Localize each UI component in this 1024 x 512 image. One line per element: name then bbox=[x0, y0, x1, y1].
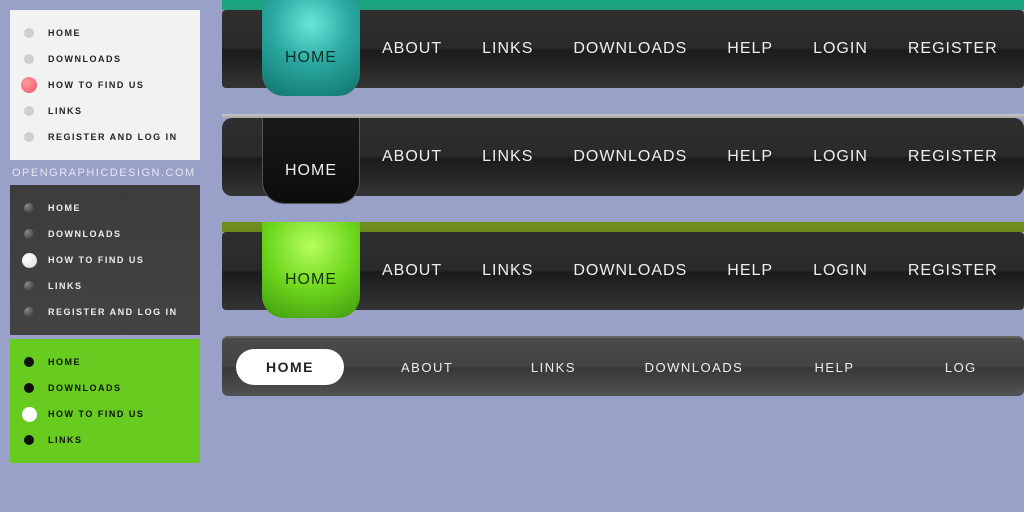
menu-label: HOME bbox=[48, 358, 81, 367]
bullet-icon bbox=[24, 28, 34, 38]
bullet-icon bbox=[22, 407, 37, 422]
menu-item-links[interactable]: LINKS bbox=[10, 273, 200, 299]
nav-item-about[interactable]: ABOUT bbox=[362, 40, 462, 58]
tab-label: HOME bbox=[285, 271, 337, 289]
menu-item-home[interactable]: HOME bbox=[10, 20, 200, 46]
bullet-icon bbox=[24, 203, 34, 213]
nav-item-downloads[interactable]: DOWNLOADS bbox=[553, 262, 707, 280]
menu-item-register[interactable]: REGISTER AND LOG IN bbox=[10, 299, 200, 325]
bullet-icon bbox=[24, 435, 34, 445]
menu-label: REGISTER AND LOG IN bbox=[48, 133, 178, 142]
menu-item-downloads[interactable]: DOWNLOADS bbox=[10, 221, 200, 247]
menu-label: DOWNLOADS bbox=[48, 55, 122, 64]
tab-label: HOME bbox=[285, 162, 337, 180]
active-tab-home[interactable]: HOME bbox=[262, 222, 360, 318]
menu-label: LINKS bbox=[48, 282, 83, 291]
credit-text: OPENGRAPHICDESIGN.COM bbox=[10, 164, 200, 185]
bullet-icon bbox=[24, 229, 34, 239]
menu-label: LINKS bbox=[48, 107, 83, 116]
nav-bar: HOME ABOUT LINKS DOWNLOADS HELP LOGIN RE… bbox=[222, 118, 1024, 196]
bullet-icon bbox=[24, 106, 34, 116]
pill-label: HOME bbox=[266, 359, 314, 375]
nav-item-links[interactable]: LINKS bbox=[490, 360, 616, 375]
menu-item-links[interactable]: LINKS bbox=[10, 427, 200, 453]
nav-item-log[interactable]: LOG bbox=[898, 360, 1024, 375]
menu-item-home[interactable]: HOME bbox=[10, 349, 200, 375]
bullet-icon bbox=[24, 307, 34, 317]
bullet-icon bbox=[24, 132, 34, 142]
active-tab-home[interactable]: HOME bbox=[262, 0, 360, 96]
menu-label: HOW TO FIND US bbox=[48, 81, 144, 90]
nav-item-help[interactable]: HELP bbox=[707, 262, 793, 280]
nav-bar: HOME ABOUT LINKS DOWNLOADS HELP LOGIN RE… bbox=[222, 10, 1024, 88]
menu-label: HOW TO FIND US bbox=[48, 410, 144, 419]
active-pill-home[interactable]: HOME bbox=[236, 349, 344, 385]
menu-label: HOME bbox=[48, 204, 81, 213]
nav-item-downloads[interactable]: DOWNLOADS bbox=[553, 148, 707, 166]
horizontal-menu-pill: HOME ABOUT LINKS DOWNLOADS HELP LOG bbox=[222, 336, 1024, 396]
menu-item-home[interactable]: HOME bbox=[10, 195, 200, 221]
bullet-icon bbox=[21, 77, 37, 93]
nav-item-help[interactable]: HELP bbox=[707, 40, 793, 58]
nav-item-register[interactable]: REGISTER bbox=[888, 148, 1018, 166]
menu-item-register[interactable]: REGISTER AND LOG IN bbox=[10, 124, 200, 150]
menu-label: DOWNLOADS bbox=[48, 384, 122, 393]
nav-item-links[interactable]: LINKS bbox=[462, 40, 553, 58]
tab-label: HOME bbox=[285, 49, 337, 67]
nav-item-about[interactable]: ABOUT bbox=[362, 262, 462, 280]
vertical-menu-light: HOME DOWNLOADS HOW TO FIND US LINKS REGI… bbox=[10, 10, 200, 160]
menu-label: HOME bbox=[48, 29, 81, 38]
menu-label: HOW TO FIND US bbox=[48, 256, 144, 265]
menu-item-downloads[interactable]: DOWNLOADS bbox=[10, 46, 200, 72]
nav-item-login[interactable]: LOGIN bbox=[793, 262, 888, 280]
active-tab-home[interactable]: HOME bbox=[262, 118, 360, 204]
nav-item-register[interactable]: REGISTER bbox=[888, 40, 1018, 58]
bullet-icon bbox=[24, 383, 34, 393]
bullet-icon bbox=[24, 357, 34, 367]
nav-item-login[interactable]: LOGIN bbox=[793, 40, 888, 58]
nav-item-about[interactable]: ABOUT bbox=[362, 148, 462, 166]
nav-item-register[interactable]: REGISTER bbox=[888, 262, 1018, 280]
menu-item-downloads[interactable]: DOWNLOADS bbox=[10, 375, 200, 401]
sidebar-column: HOME DOWNLOADS HOW TO FIND US LINKS REGI… bbox=[10, 10, 200, 467]
nav-item-downloads[interactable]: DOWNLOADS bbox=[553, 40, 707, 58]
menu-label: REGISTER AND LOG IN bbox=[48, 308, 178, 317]
nav-item-downloads[interactable]: DOWNLOADS bbox=[617, 360, 772, 375]
main-column: HOME ABOUT LINKS DOWNLOADS HELP LOGIN RE… bbox=[222, 0, 1024, 396]
horizontal-menu-teal: HOME ABOUT LINKS DOWNLOADS HELP LOGIN RE… bbox=[222, 0, 1024, 88]
nav-item-help[interactable]: HELP bbox=[771, 360, 897, 375]
menu-label: LINKS bbox=[48, 436, 83, 445]
vertical-menu-green: HOME DOWNLOADS HOW TO FIND US LINKS bbox=[10, 339, 200, 463]
menu-item-how-to-find-us[interactable]: HOW TO FIND US bbox=[10, 72, 200, 98]
nav-item-links[interactable]: LINKS bbox=[462, 262, 553, 280]
nav-bar: HOME ABOUT LINKS DOWNLOADS HELP LOGIN RE… bbox=[222, 232, 1024, 310]
nav-item-login[interactable]: LOGIN bbox=[793, 148, 888, 166]
bullet-icon bbox=[22, 253, 37, 268]
nav-item-help[interactable]: HELP bbox=[707, 148, 793, 166]
menu-item-how-to-find-us[interactable]: HOW TO FIND US bbox=[10, 247, 200, 273]
nav-item-about[interactable]: ABOUT bbox=[364, 360, 490, 375]
bullet-icon bbox=[24, 281, 34, 291]
vertical-menu-dark: HOME DOWNLOADS HOW TO FIND US LINKS REGI… bbox=[10, 185, 200, 335]
nav-item-links[interactable]: LINKS bbox=[462, 148, 553, 166]
menu-item-how-to-find-us[interactable]: HOW TO FIND US bbox=[10, 401, 200, 427]
horizontal-menu-silver: HOME ABOUT LINKS DOWNLOADS HELP LOGIN RE… bbox=[222, 114, 1024, 196]
menu-label: DOWNLOADS bbox=[48, 230, 122, 239]
horizontal-menu-green: HOME ABOUT LINKS DOWNLOADS HELP LOGIN RE… bbox=[222, 222, 1024, 310]
bullet-icon bbox=[24, 54, 34, 64]
menu-item-links[interactable]: LINKS bbox=[10, 98, 200, 124]
